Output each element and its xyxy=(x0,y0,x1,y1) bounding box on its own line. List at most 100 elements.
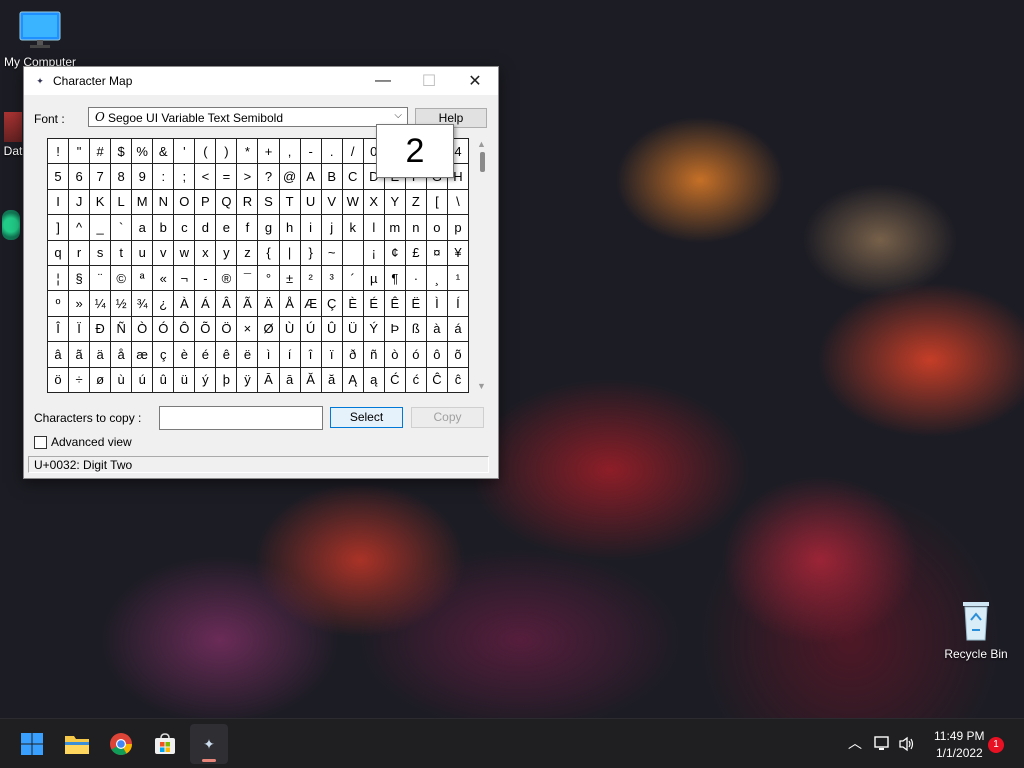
character-cell[interactable]: ' xyxy=(174,139,196,165)
desktop-icon-recycle-bin[interactable]: Recycle Bin xyxy=(942,598,1010,661)
clock-date[interactable]: 1/1/2022 xyxy=(936,746,983,760)
character-cell[interactable]: © xyxy=(111,265,133,292)
character-cell[interactable]: þ xyxy=(216,367,238,393)
character-cell[interactable]: \ xyxy=(447,189,469,216)
character-cell[interactable]: P xyxy=(195,189,217,216)
character-cell[interactable]: ¼ xyxy=(90,291,112,317)
character-cell[interactable]: ô xyxy=(426,342,448,368)
character-cell[interactable]: W xyxy=(342,189,364,216)
character-cell[interactable]: î xyxy=(300,342,322,368)
character-cell[interactable]: Ã xyxy=(237,291,259,317)
character-cell[interactable]: 8 xyxy=(111,164,133,190)
character-cell[interactable]: Ñ xyxy=(111,316,133,343)
character-cell[interactable]: < xyxy=(195,164,217,190)
select-button[interactable]: Select xyxy=(330,407,403,428)
characters-to-copy-field[interactable] xyxy=(159,406,323,430)
character-cell[interactable]: ) xyxy=(216,139,238,165)
character-cell[interactable]: U xyxy=(300,189,322,216)
character-cell[interactable]: Ä xyxy=(258,291,280,317)
character-cell[interactable]: ª xyxy=(132,265,154,292)
character-cell[interactable]: ¤ xyxy=(426,240,448,266)
character-cell[interactable]: Ć xyxy=(384,367,406,393)
character-cell[interactable]: z xyxy=(237,240,259,266)
character-cell[interactable]: à xyxy=(426,316,448,343)
character-cell[interactable]: o xyxy=(426,215,448,241)
character-cell[interactable]: Í xyxy=(447,291,469,317)
character-cell[interactable]: Ð xyxy=(90,316,112,343)
font-dropdown[interactable]: O Segoe UI Variable Text Semibold ⌵ xyxy=(88,107,408,127)
character-cell[interactable]: M xyxy=(132,189,154,216)
character-cell[interactable]: ` xyxy=(111,215,133,241)
character-cell[interactable]: º xyxy=(48,291,70,317)
character-cell[interactable]: á xyxy=(447,316,469,343)
character-cell[interactable]: æ xyxy=(132,342,154,368)
character-cell[interactable]: [ xyxy=(426,189,448,216)
character-cell[interactable]: È xyxy=(342,291,364,317)
character-cell[interactable]: x xyxy=(195,240,217,266)
character-cell[interactable]: y xyxy=(216,240,238,266)
notification-badge[interactable]: 1 xyxy=(988,737,1004,753)
character-cell[interactable]: ó xyxy=(405,342,427,368)
character-cell[interactable]: £ xyxy=(405,240,427,266)
scrollbar-thumb[interactable] xyxy=(480,152,485,172)
character-cell[interactable]: Ö xyxy=(216,316,238,343)
file-explorer-button[interactable] xyxy=(63,730,91,758)
character-cell[interactable]: + xyxy=(258,139,280,165)
character-cell[interactable]: l xyxy=(363,215,385,241)
character-cell[interactable]: ¿ xyxy=(153,291,175,317)
character-cell[interactable]: § xyxy=(69,265,91,292)
character-cell[interactable]: Ç xyxy=(321,291,343,317)
scroll-down-arrow-icon[interactable]: ▼ xyxy=(477,381,486,391)
character-cell[interactable]: 9 xyxy=(132,164,154,190)
clock-time[interactable]: 11:49 PM xyxy=(934,729,984,743)
character-cell[interactable]: . xyxy=(321,139,343,165)
character-cell[interactable]: ] xyxy=(48,215,70,241)
character-cell[interactable]: ý xyxy=(195,367,217,393)
character-cell[interactable]: : xyxy=(153,164,175,190)
character-cell[interactable]: é xyxy=(195,342,217,368)
character-cell[interactable]: q xyxy=(48,240,70,266)
character-cell[interactable]: û xyxy=(153,367,175,393)
character-cell[interactable]: V xyxy=(321,189,343,216)
character-cell[interactable]: v xyxy=(153,240,175,266)
character-cell[interactable]: ø xyxy=(90,367,112,393)
character-cell[interactable]: n xyxy=(405,215,427,241)
character-cell[interactable]: × xyxy=(237,316,259,343)
character-cell[interactable]: Õ xyxy=(195,316,217,343)
store-button[interactable] xyxy=(151,730,179,758)
character-cell[interactable]: Ï xyxy=(69,316,91,343)
character-cell[interactable]: & xyxy=(153,139,175,165)
character-cell[interactable]: C xyxy=(342,164,364,190)
character-cell[interactable]: ¹ xyxy=(447,265,469,292)
character-cell[interactable]: _ xyxy=(90,215,112,241)
character-cell[interactable]: Ó xyxy=(153,316,175,343)
character-cell[interactable]: Ú xyxy=(300,316,322,343)
character-cell[interactable]: b xyxy=(153,215,175,241)
character-cell[interactable]: - xyxy=(195,265,217,292)
character-cell[interactable]: B xyxy=(321,164,343,190)
character-cell[interactable]: Ý xyxy=(363,316,385,343)
character-cell[interactable]: ( xyxy=(195,139,217,165)
character-cell[interactable]: ¥ xyxy=(447,240,469,266)
desktop-icon-my-computer[interactable]: My Computer xyxy=(2,10,78,69)
character-cell[interactable]: O xyxy=(174,189,196,216)
character-cell[interactable]: Á xyxy=(195,291,217,317)
character-cell[interactable]: ° xyxy=(258,265,280,292)
character-cell[interactable]: 7 xyxy=(90,164,112,190)
desktop-icon-partial[interactable]: Dat xyxy=(2,112,24,158)
character-cell[interactable]: t xyxy=(111,240,133,266)
character-cell[interactable]: ¡ xyxy=(363,240,385,266)
chrome-button[interactable] xyxy=(107,730,135,758)
title-bar[interactable]: ✦ Character Map — ☐ ✕ xyxy=(24,67,498,95)
character-cell[interactable]: @ xyxy=(279,164,301,190)
character-cell[interactable]: h xyxy=(279,215,301,241)
character-cell[interactable]: ´ xyxy=(342,265,364,292)
character-cell[interactable]: » xyxy=(69,291,91,317)
character-cell[interactable]: ê xyxy=(216,342,238,368)
character-cell[interactable]: Y xyxy=(384,189,406,216)
character-cell[interactable]: ß xyxy=(405,316,427,343)
character-cell[interactable]: Ü xyxy=(342,316,364,343)
character-cell[interactable]: Ø xyxy=(258,316,280,343)
character-cell[interactable]: ą xyxy=(363,367,385,393)
character-cell[interactable]: Ê xyxy=(384,291,406,317)
